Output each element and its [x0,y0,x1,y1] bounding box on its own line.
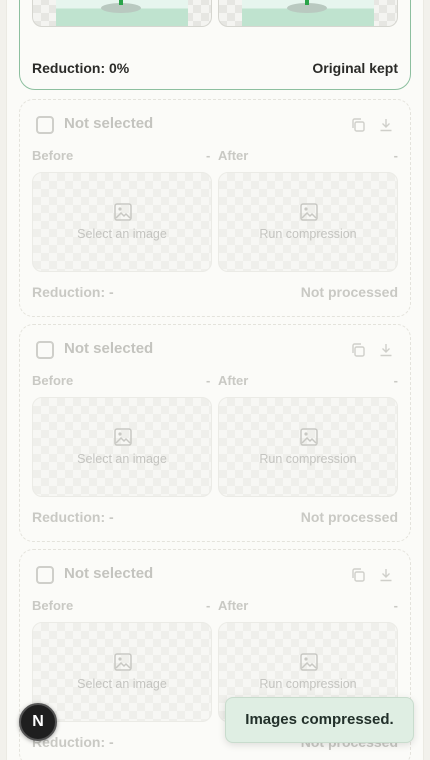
image-icon [114,203,132,221]
before-hint: Select an image [77,677,167,691]
copy-icon[interactable] [350,117,366,133]
process-status: Not processed [300,509,398,525]
after-thumbnail[interactable] [218,0,398,27]
after-hint: Run compression [259,677,357,691]
before-thumbnail[interactable] [32,0,212,27]
before-drop-area[interactable]: Select an image [32,397,212,497]
copy-icon[interactable] [350,567,366,583]
before-drop-area[interactable]: Select an image [32,622,212,722]
after-preview-area: Run compression [218,397,398,497]
image-card-completed: Reduction: 0% Original kept [19,0,411,90]
process-status: Not processed [300,284,398,300]
reduction-text: Reduction: - [32,509,114,525]
download-icon[interactable] [378,342,394,358]
after-label: After [218,598,249,613]
before-label: Before [32,373,74,388]
plant-image [56,0,188,26]
app-badge-button[interactable]: N [19,703,57,741]
download-icon[interactable] [378,567,394,583]
copy-icon[interactable] [350,342,366,358]
plant-image [242,0,374,26]
before-label: Before [32,598,74,613]
before-value: - [206,373,211,388]
after-value: - [393,598,398,613]
card-title: Not selected [64,340,154,357]
before-hint: Select an image [77,452,167,466]
image-card: Not selected Before - After - Select an … [19,324,411,542]
before-drop-area[interactable]: Select an image [32,172,212,272]
before-label: Before [32,148,74,163]
select-checkbox[interactable] [36,341,54,359]
image-icon [114,428,132,446]
reduction-text: Reduction: - [32,284,114,300]
result-status: Original kept [312,60,398,76]
after-value: - [393,373,398,388]
image-icon [300,428,318,446]
image-icon [114,653,132,671]
after-label: After [218,373,249,388]
download-icon[interactable] [378,117,394,133]
toast-notification: Images compressed. [225,697,414,743]
reduction-text: Reduction: 0% [32,60,130,76]
before-hint: Select an image [77,227,167,241]
card-title: Not selected [64,565,154,582]
select-checkbox[interactable] [36,566,54,584]
before-value: - [206,148,211,163]
after-hint: Run compression [259,452,357,466]
after-preview-area: Run compression [218,172,398,272]
after-hint: Run compression [259,227,357,241]
before-value: - [206,598,211,613]
after-value: - [393,148,398,163]
image-card: Not selected Before - After - Select an … [19,99,411,317]
card-title: Not selected [64,115,154,132]
after-label: After [218,148,249,163]
image-icon [300,653,318,671]
select-checkbox[interactable] [36,116,54,134]
image-icon [300,203,318,221]
